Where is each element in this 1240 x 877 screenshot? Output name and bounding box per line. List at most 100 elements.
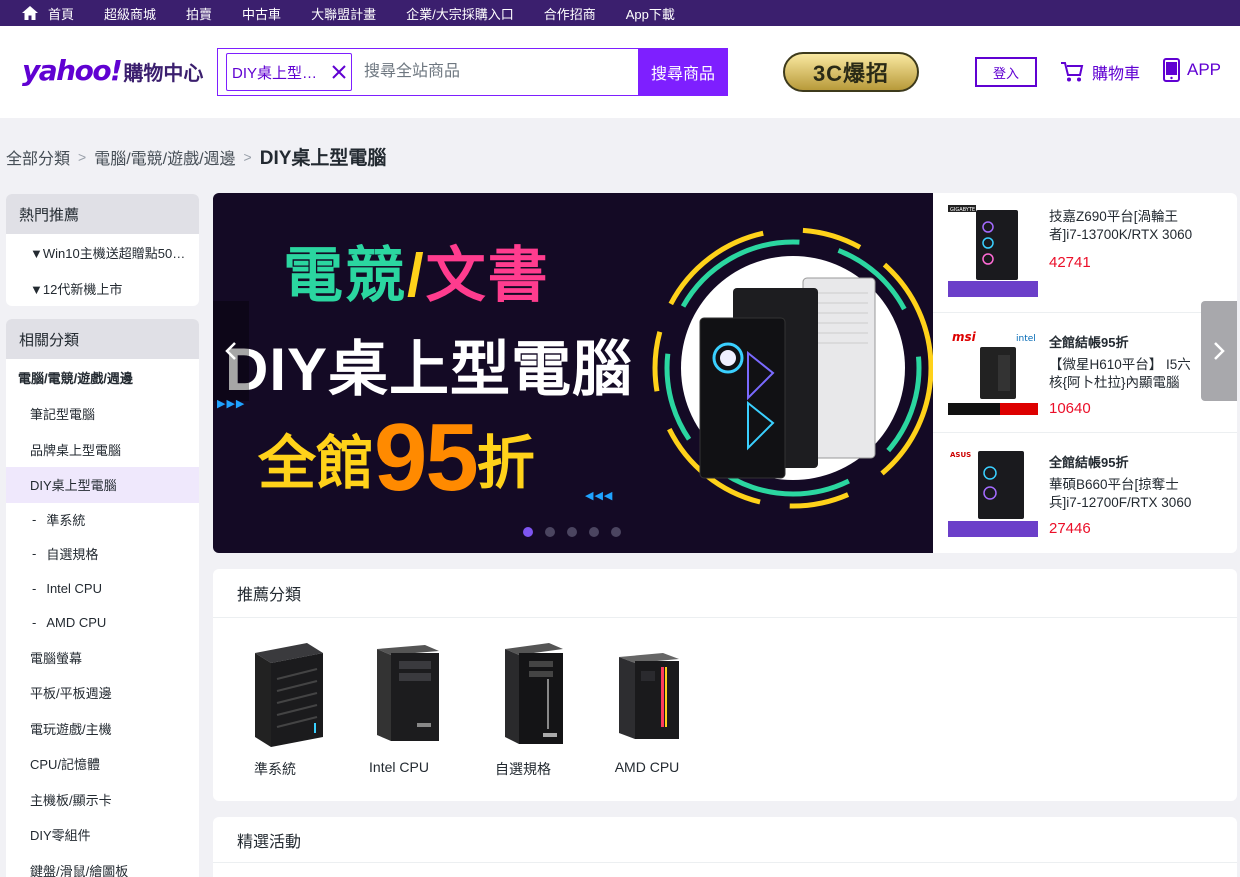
custom-pc-image	[505, 643, 563, 744]
banner-headline-sep: /	[407, 242, 426, 309]
category-item-brand-desktop[interactable]: 品牌桌上型電腦	[6, 432, 199, 468]
banner-pc-image	[652, 227, 933, 509]
product-name: 華碩B660平台[掠奪士兵]i7-12700F/RTX 3060	[1049, 477, 1192, 510]
product-price: 10640	[1049, 400, 1091, 417]
subcategory-item[interactable]: - Intel CPU	[6, 571, 199, 605]
subcategory-label: 自選規格	[46, 547, 99, 563]
search-button[interactable]: 搜尋商品	[638, 48, 728, 96]
category-item-notebook[interactable]: 筆記型電腦	[6, 396, 199, 432]
recommended-category-tile[interactable]: 準系統	[213, 629, 337, 779]
subcategory-item[interactable]: - 準系統	[6, 503, 199, 537]
subcategory-item[interactable]: - AMD CPU	[6, 605, 199, 639]
cart-link[interactable]: 購物車	[1060, 60, 1140, 84]
search-bar: DIY桌上型電腦 搜尋商品	[217, 48, 728, 96]
recommended-category-label: AMD CPU	[614, 759, 680, 775]
product-panel: GIGABYTE 技嘉Z690平台[渦輪王者]i7-13700K/RTX 306…	[933, 193, 1237, 553]
top-nav-link-enterprise[interactable]: 企業/大宗採購入口	[406, 4, 514, 23]
banner-discount-b: 折	[476, 431, 535, 496]
category-item-diy-desktop[interactable]: DIY桌上型電腦	[6, 467, 199, 503]
banner-dot[interactable]	[545, 527, 555, 537]
hot-item[interactable]: ▼Win10主機送超贈點500元	[6, 234, 199, 270]
category-item[interactable]: 平板/平板週邊	[6, 675, 199, 711]
chevron-right-icon	[1214, 342, 1225, 360]
site-header: yahoo! 購物中心 DIY桌上型電腦 搜尋商品 3C爆招 登入 購物車 AP…	[0, 26, 1240, 118]
site-logo[interactable]: yahoo! 購物中心	[22, 54, 203, 87]
product-image-brand: ASUS	[950, 451, 971, 459]
top-nav-link-partner[interactable]: 合作招商	[544, 4, 596, 23]
logo-brand: yahoo!	[22, 54, 123, 87]
banner-discount-a: 全館	[258, 431, 375, 496]
banner-dot[interactable]	[523, 527, 533, 537]
product-price: 42741	[1049, 254, 1091, 271]
recommended-category-tile[interactable]: Intel CPU	[337, 629, 461, 779]
product-price: 27446	[1049, 520, 1091, 537]
product-name: 【微星H610平台】 I5六核{阿卜杜拉}內顯電腦	[1049, 357, 1191, 390]
banner-subtitle: DIY桌上型電腦	[225, 336, 634, 403]
product-tag: 全館結帳95折	[1049, 335, 1129, 350]
category-item[interactable]: 鍵盤/滑鼠/繪圖板	[6, 853, 199, 877]
top-nav-link-league[interactable]: 大聯盟計畫	[311, 4, 376, 23]
category-item[interactable]: DIY零組件	[6, 817, 199, 853]
product-next-button[interactable]	[1201, 301, 1237, 401]
category-item[interactable]: 電腦螢幕	[6, 640, 199, 676]
app-label: APP	[1187, 60, 1222, 79]
product-card[interactable]: GIGABYTE 技嘉Z690平台[渦輪王者]i7-13700K/RTX 306…	[933, 193, 1237, 313]
featured-events-title: 精選活動	[213, 817, 1237, 863]
recommended-category-title: 推薦分類	[213, 569, 1237, 618]
top-nav-bar: 首頁 超級商城 拍賣 中古車 大聯盟計畫 企業/大宗採購入口 合作招商 App下…	[0, 0, 1240, 26]
top-nav-link-usedcar[interactable]: 中古車	[242, 4, 281, 23]
login-button[interactable]: 登入	[975, 57, 1037, 87]
subcategory-label: Intel CPU	[46, 580, 102, 596]
product-image: ASUS	[948, 445, 1038, 537]
product-card[interactable]: ASUS 全館結帳95折 華碩B660平台[掠奪士兵]i7-12700F/RTX…	[933, 433, 1237, 553]
featured-events-section: 精選活動	[213, 817, 1237, 877]
category-item[interactable]: CPU/記憶體	[6, 746, 199, 782]
top-nav-link-app-download[interactable]: App下載	[626, 4, 675, 23]
hot-item-label: ▼Win10主機送超贈點500元	[30, 245, 187, 261]
breadcrumb-root[interactable]: 全部分類	[6, 145, 70, 169]
search-chip-label: DIY桌上型電腦	[232, 64, 327, 82]
recommended-category-label: Intel CPU	[369, 759, 429, 775]
hot-item-label: ▼12代新機上市	[30, 281, 123, 297]
banner-dot[interactable]	[611, 527, 621, 537]
banner-dot[interactable]	[589, 527, 599, 537]
cart-icon	[1061, 62, 1084, 82]
home-icon	[22, 6, 38, 20]
search-input[interactable]	[352, 52, 638, 92]
banner-arrow-decoration: ◀◀◀	[585, 490, 614, 502]
search-category-chip[interactable]: DIY桌上型電腦	[226, 53, 352, 91]
breadcrumb: 全部分類 > 電腦/電競/遊戲/週邊 > DIY桌上型電腦	[6, 143, 386, 170]
close-icon[interactable]	[327, 64, 351, 80]
recommended-category-tile[interactable]: 自選規格	[461, 629, 585, 779]
banner-headline-b: 文書	[425, 242, 550, 309]
hero-banner[interactable]: 電競/文書 DIY桌上型電腦 全館95折 ▶▶▶ ◀◀◀	[213, 193, 933, 553]
recommended-category-section: 推薦分類 準系統 Intel CPU 自選規格 AMD CPU	[213, 569, 1237, 801]
banner-prev-button[interactable]	[213, 301, 249, 401]
banner-arrow-decoration: ▶▶▶	[217, 398, 246, 410]
banner-headline: 電競/文書	[283, 227, 550, 314]
banner-dot[interactable]	[567, 527, 577, 537]
top-nav-home[interactable]: 首頁	[22, 4, 74, 23]
app-link[interactable]: APP	[1163, 58, 1221, 82]
recommended-category-label: 準系統	[254, 761, 296, 777]
category-item[interactable]: 主機板/顯示卡	[6, 782, 199, 818]
recommended-category-list: 準系統 Intel CPU 自選規格 AMD CPU	[213, 629, 709, 779]
product-image: GIGABYTE	[948, 205, 1038, 297]
subcategory-label: 準系統	[46, 513, 86, 529]
barebone-pc-image	[255, 643, 323, 747]
breadcrumb-current: DIY桌上型電腦	[259, 148, 387, 169]
hot-item[interactable]: ▼12代新機上市	[6, 270, 199, 306]
subcategory-item[interactable]: - 自選規格	[6, 537, 199, 571]
recommended-category-tile[interactable]: AMD CPU	[585, 629, 709, 779]
hot-recommend-title: 熱門推薦	[6, 194, 199, 234]
subcategory-label: AMD CPU	[46, 615, 107, 631]
product-card[interactable]: msi intel 全館結帳95折 【微星H610平台】 I5六核{阿卜杜拉}內…	[933, 313, 1237, 433]
top-nav-link-auction[interactable]: 拍賣	[186, 4, 212, 23]
top-nav-link-mall[interactable]: 超級商城	[104, 4, 156, 23]
category-item[interactable]: 電玩遊戲/主機	[6, 711, 199, 747]
amd-pc-image	[619, 653, 679, 739]
breadcrumb-level1[interactable]: 電腦/電競/遊戲/週邊	[94, 145, 235, 169]
category-parent[interactable]: 電腦/電競/遊戲/週邊	[6, 359, 199, 396]
promo-3c-badge[interactable]: 3C爆招	[783, 52, 919, 92]
chevron-right-icon: >	[243, 148, 252, 165]
